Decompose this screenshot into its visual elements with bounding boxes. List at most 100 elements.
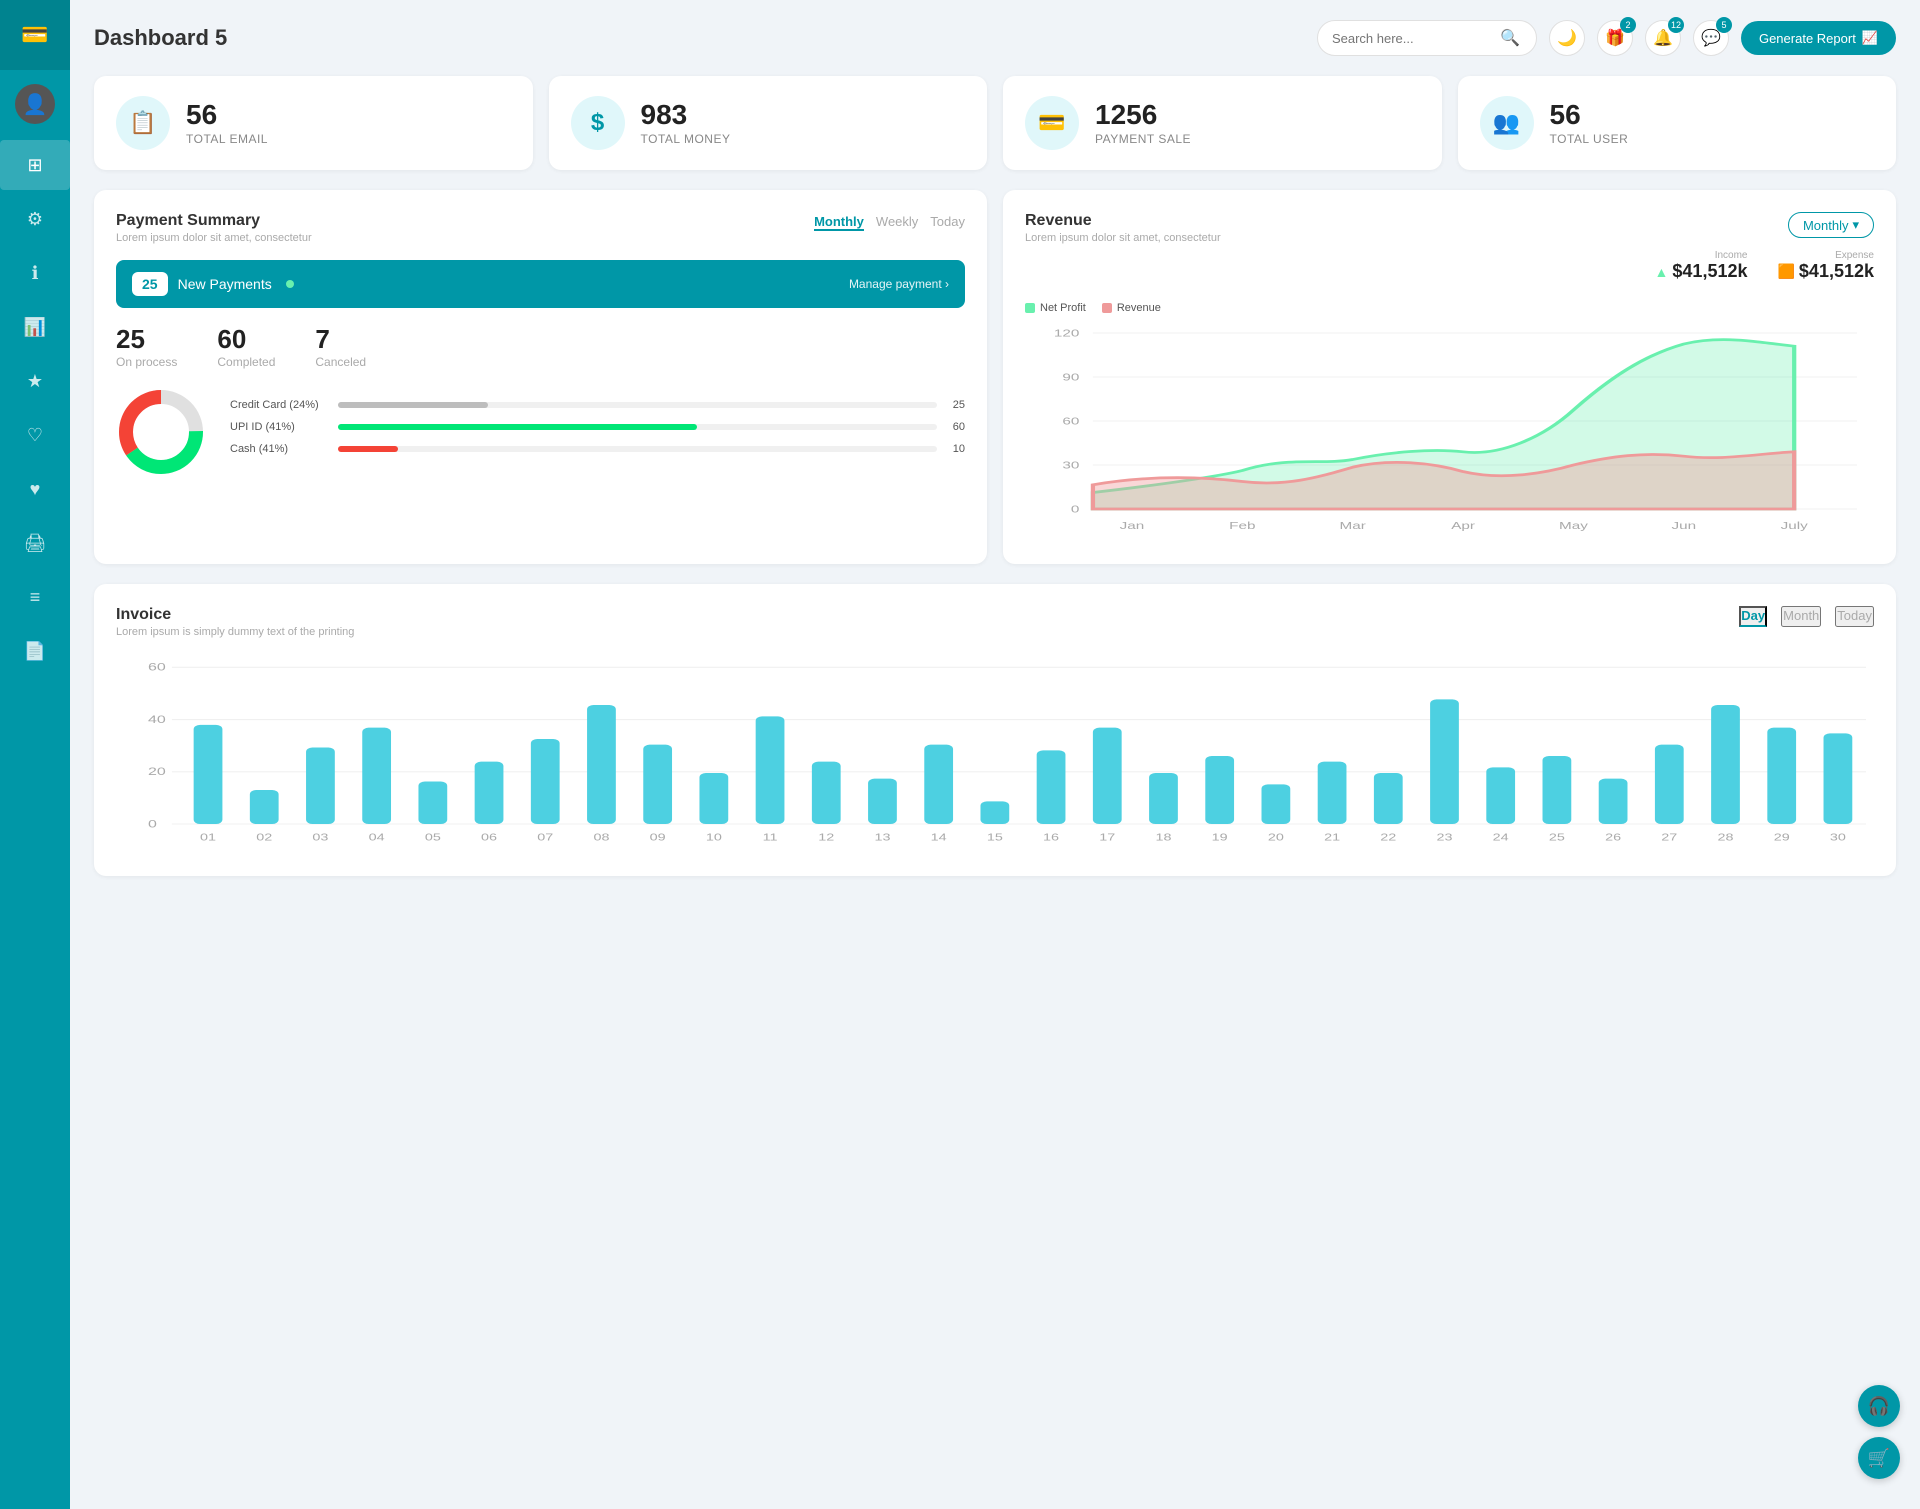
stat-on-process: 25 On process xyxy=(116,324,177,369)
invoice-subtitle: Lorem ipsum is simply dummy text of the … xyxy=(116,626,354,638)
svg-text:0: 0 xyxy=(1071,503,1079,515)
email-icon-wrap: 📋 xyxy=(116,96,170,150)
revenue-chart: 120 90 60 30 0 Jan Feb Mar Apr May Jun J… xyxy=(1025,322,1874,542)
invoice-bar xyxy=(1430,699,1459,824)
svg-text:27: 27 xyxy=(1661,832,1677,843)
sidebar-item-heart-filled[interactable]: ♥ xyxy=(0,464,70,514)
svg-text:Jun: Jun xyxy=(1672,520,1697,532)
svg-text:Apr: Apr xyxy=(1451,520,1476,532)
pb-upi: UPI ID (41%) 60 xyxy=(230,421,965,433)
payment-label: PAYMENT SALE xyxy=(1095,132,1191,146)
svg-text:22: 22 xyxy=(1380,832,1396,843)
stat-card-user: 👥 56 TOTAL USER xyxy=(1458,76,1897,170)
notification-badge: 12 xyxy=(1668,17,1684,33)
sidebar-item-settings[interactable]: ⚙ xyxy=(0,194,70,244)
sidebar-item-chart[interactable]: 📊 xyxy=(0,302,70,352)
svg-text:02: 02 xyxy=(256,832,272,843)
invoice-bar xyxy=(1599,779,1628,824)
svg-text:23: 23 xyxy=(1436,832,1452,843)
progress-bars: Credit Card (24%) 25 UPI ID (41%) 60 xyxy=(230,399,965,465)
sidebar-item-info[interactable]: ℹ xyxy=(0,248,70,298)
tab-monthly[interactable]: Monthly xyxy=(814,212,864,231)
revenue-card: Revenue Lorem ipsum dolor sit amet, cons… xyxy=(1003,190,1896,564)
stats-row: 📋 56 TOTAL EMAIL $ 983 TOTAL MONEY 💳 125… xyxy=(94,76,1896,170)
payment-icon-wrap: 💳 xyxy=(1025,96,1079,150)
tab-day[interactable]: Day xyxy=(1739,606,1767,627)
invoice-bar xyxy=(699,773,728,824)
stat-card-payment: 💳 1256 PAYMENT SALE xyxy=(1003,76,1442,170)
payment-summary-card: Payment Summary Lorem ipsum dolor sit am… xyxy=(94,190,987,564)
sidebar-item-star[interactable]: ★ xyxy=(0,356,70,406)
invoice-bar xyxy=(194,725,223,824)
svg-text:21: 21 xyxy=(1324,832,1340,843)
sidebar-item-file[interactable]: 📄 xyxy=(0,626,70,676)
pb-cash: Cash (41%) 10 xyxy=(230,443,965,455)
chat-btn[interactable]: 💬 5 xyxy=(1693,20,1729,56)
svg-text:28: 28 xyxy=(1718,832,1734,843)
money-label: TOTAL MONEY xyxy=(641,132,731,146)
logo-icon: 💳 xyxy=(21,22,48,48)
tab-today[interactable]: Today xyxy=(930,212,965,231)
svg-text:20: 20 xyxy=(1268,832,1284,843)
svg-text:120: 120 xyxy=(1054,327,1079,339)
invoice-tabs: Day Month Today xyxy=(1739,606,1874,627)
gift-badge: 2 xyxy=(1620,17,1636,33)
sidebar: 💳 👤 ⊞ ⚙ ℹ 📊 ★ ♡ ♥ 🖨 ≡ 📄 xyxy=(0,0,70,1509)
tab-today[interactable]: Today xyxy=(1835,606,1874,627)
manage-payment-link[interactable]: Manage payment › xyxy=(849,277,949,291)
sidebar-logo[interactable]: 💳 xyxy=(0,0,70,70)
float-buttons: 🎧 🛒 xyxy=(1858,1385,1900,1479)
svg-text:07: 07 xyxy=(537,832,553,843)
invoice-chart: 60 40 20 0 01020304050607080910111213141… xyxy=(116,654,1874,854)
income-arrow-icon: ▲ xyxy=(1655,264,1669,280)
invoice-bar xyxy=(475,762,504,824)
svg-text:30: 30 xyxy=(1830,832,1846,843)
stat-completed: 60 Completed xyxy=(217,324,275,369)
invoice-bar xyxy=(812,762,841,824)
email-icon: 📋 xyxy=(129,110,156,136)
invoice-bar xyxy=(1205,756,1234,824)
sidebar-item-heart-outline[interactable]: ♡ xyxy=(0,410,70,460)
support-float-btn[interactable]: 🎧 xyxy=(1858,1385,1900,1427)
invoice-bar xyxy=(1261,784,1290,824)
new-payments-bar: 25 New Payments Manage payment › xyxy=(116,260,965,308)
svg-text:25: 25 xyxy=(1549,832,1565,843)
money-icon-wrap: $ xyxy=(571,96,625,150)
user-avatar[interactable]: 👤 xyxy=(15,84,55,124)
search-input[interactable] xyxy=(1332,31,1492,46)
invoice-bar xyxy=(1543,756,1572,824)
svg-text:90: 90 xyxy=(1062,371,1079,383)
gift-btn[interactable]: 🎁 2 xyxy=(1597,20,1633,56)
svg-text:24: 24 xyxy=(1493,832,1509,843)
search-box[interactable]: 🔍 xyxy=(1317,20,1537,56)
generate-report-button[interactable]: Generate Report 📈 xyxy=(1741,21,1896,55)
main-content: Dashboard 5 🔍 🌙 🎁 2 🔔 12 💬 5 Gen xyxy=(70,0,1920,1509)
dropdown-label: Monthly xyxy=(1803,218,1849,233)
tab-weekly[interactable]: Weekly xyxy=(876,212,918,231)
legend-revenue: Revenue xyxy=(1102,302,1161,314)
sidebar-item-dashboard[interactable]: ⊞ xyxy=(0,140,70,190)
sidebar-item-list[interactable]: ≡ xyxy=(0,572,70,622)
new-payments-count: 25 xyxy=(132,272,168,296)
revenue-legend: Net Profit Revenue xyxy=(1025,302,1874,314)
svg-text:16: 16 xyxy=(1043,832,1059,843)
revenue-period-dropdown[interactable]: Monthly ▾ xyxy=(1788,212,1874,238)
svg-text:10: 10 xyxy=(706,832,722,843)
money-icon: $ xyxy=(591,109,604,137)
pb-credit-card: Credit Card (24%) 25 xyxy=(230,399,965,411)
cart-float-btn[interactable]: 🛒 xyxy=(1858,1437,1900,1479)
theme-toggle-btn[interactable]: 🌙 xyxy=(1549,20,1585,56)
svg-text:Mar: Mar xyxy=(1340,520,1367,532)
money-count: 983 xyxy=(641,100,731,131)
payment-tabs: Monthly Weekly Today xyxy=(814,212,965,231)
svg-text:18: 18 xyxy=(1155,832,1171,843)
tab-month[interactable]: Month xyxy=(1781,606,1821,627)
svg-text:06: 06 xyxy=(481,832,497,843)
svg-text:26: 26 xyxy=(1605,832,1621,843)
notification-btn[interactable]: 🔔 12 xyxy=(1645,20,1681,56)
income-expense: Income ▲ $41,512k Expense 🟧 $41,512k xyxy=(1655,250,1874,282)
sidebar-item-print[interactable]: 🖨 xyxy=(0,518,70,568)
svg-text:01: 01 xyxy=(200,832,216,843)
revenue-subtitle: Lorem ipsum dolor sit amet, consectetur xyxy=(1025,232,1221,244)
revenue-dot xyxy=(1102,303,1112,313)
